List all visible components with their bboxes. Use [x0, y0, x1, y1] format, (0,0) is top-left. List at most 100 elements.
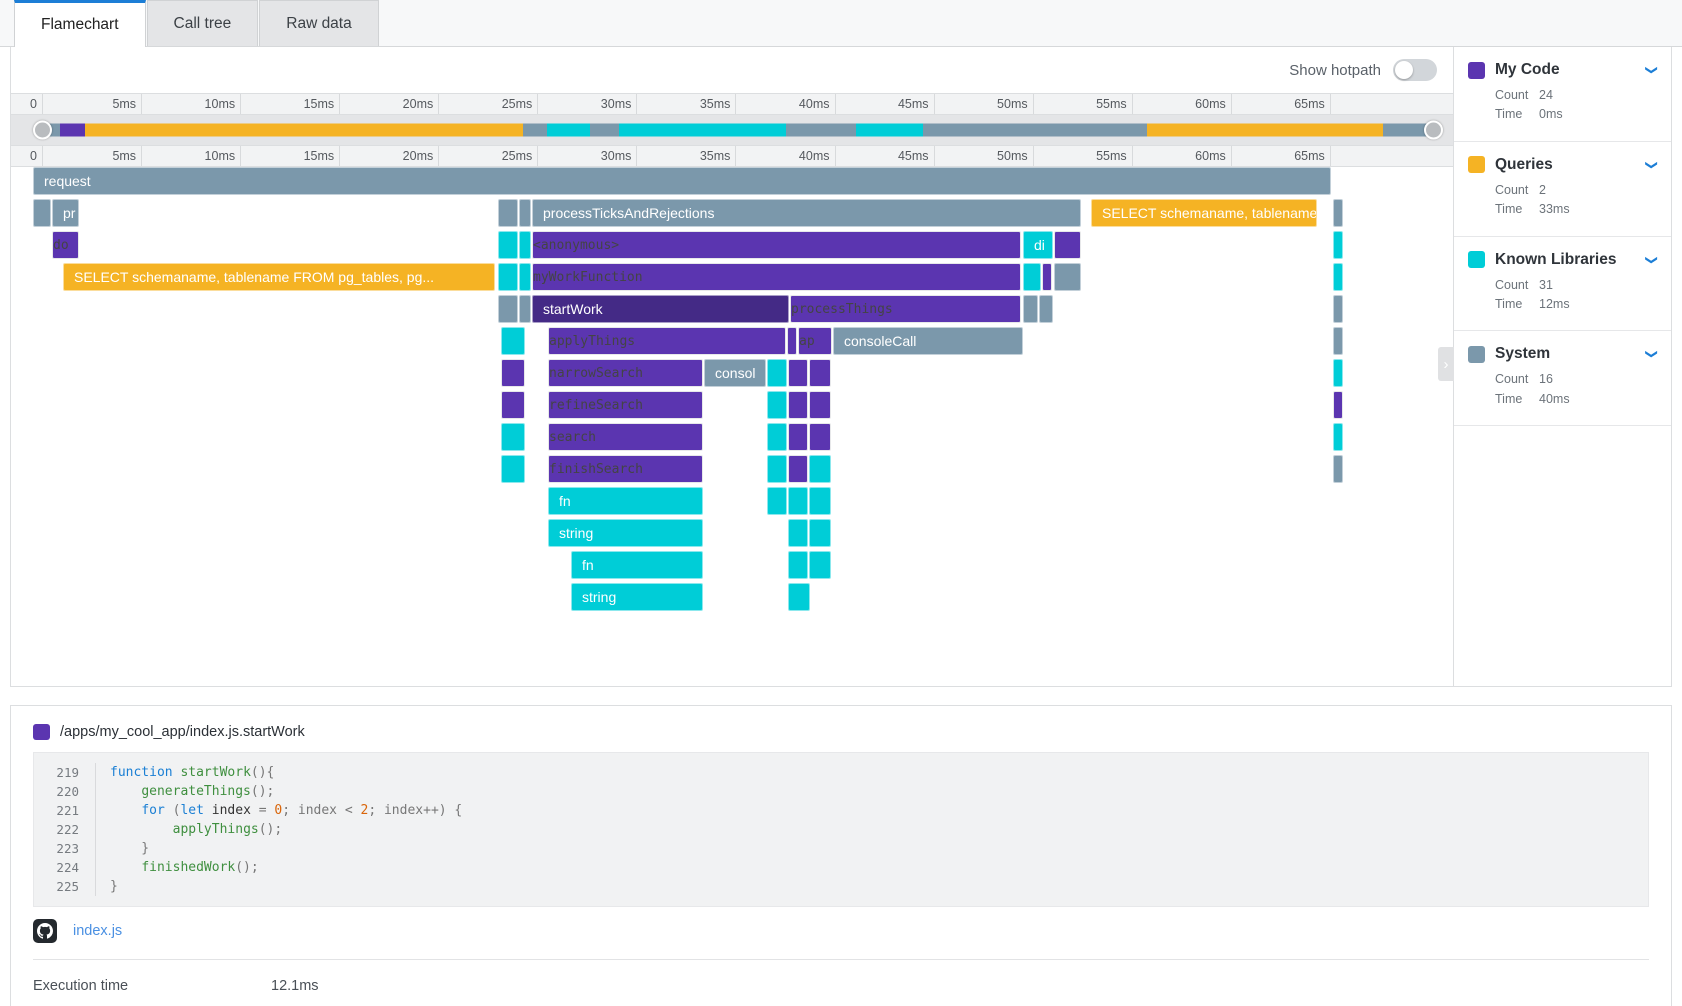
time-ruler-bottom: 0 5ms 10ms 15ms 20ms 25ms 30ms 35ms 40ms 45ms 50ms… [11, 145, 1453, 167]
flame-frame-narrow[interactable] [1054, 263, 1081, 291]
flame-frame[interactable]: ap [798, 327, 832, 355]
flame-frame-narrow[interactable] [788, 551, 808, 579]
legend-item-queries[interactable]: Queries ❯ Count 2 Time 33ms [1454, 142, 1671, 237]
flame-frame-narrow[interactable] [498, 199, 518, 227]
flame-frame[interactable]: startWork [532, 295, 789, 323]
minimap-left-handle[interactable] [33, 120, 52, 140]
flame-frame-narrow[interactable] [1023, 295, 1038, 323]
flame-frame[interactable]: string [548, 519, 703, 547]
legend-item-system[interactable]: System ❯ Count 16 Time 40ms [1454, 331, 1671, 426]
flame-frame-narrow[interactable] [498, 295, 518, 323]
legend-item-known-libraries[interactable]: Known Libraries ❯ Count 31 Time 12ms [1454, 237, 1671, 332]
flame-frame-narrow[interactable] [1039, 295, 1053, 323]
flame-frame[interactable]: <anonymous> [532, 231, 1021, 259]
tab-raw-data[interactable]: Raw data [259, 0, 379, 46]
flame-frame-narrow[interactable] [519, 295, 531, 323]
flame-frame[interactable]: processTicksAndRejections [532, 199, 1081, 227]
flamechart-canvas[interactable]: request pr processTicksAndRejections SELECT… [11, 167, 1453, 637]
flame-frame-narrow[interactable] [788, 519, 808, 547]
flame-frame-narrow[interactable] [519, 263, 531, 291]
flame-frame[interactable]: string [571, 583, 703, 611]
flame-frame[interactable]: request [33, 167, 1331, 195]
flame-frame-narrow[interactable] [767, 359, 787, 387]
flame-frame-narrow[interactable] [1054, 231, 1081, 259]
ruler-tick: 65ms [1232, 146, 1331, 166]
flame-frame-narrow[interactable] [1333, 327, 1343, 355]
flame-frame-narrow[interactable] [501, 359, 525, 387]
minimap-track[interactable] [43, 123, 1435, 137]
flame-frame-narrow[interactable] [1333, 199, 1343, 227]
flame-frame[interactable]: consoleCall [833, 327, 1023, 355]
flame-frame-narrow[interactable] [1333, 391, 1343, 419]
flame-frame-narrow[interactable] [788, 391, 808, 419]
ruler-tick: 25ms [439, 146, 539, 166]
flame-frame[interactable]: do [52, 231, 79, 259]
flame-frame-narrow[interactable] [787, 327, 797, 355]
flame-frame[interactable]: fn [571, 551, 703, 579]
tab-call-tree[interactable]: Call tree [146, 0, 259, 46]
flame-frame[interactable]: myWorkFunction [532, 263, 1021, 291]
flame-frame[interactable]: finishSearch [548, 455, 703, 483]
flame-frame[interactable]: fn [548, 487, 703, 515]
flame-frame-narrow[interactable] [1333, 359, 1343, 387]
flame-frame-narrow[interactable] [809, 551, 831, 579]
show-hotpath-toggle[interactable] [1393, 59, 1437, 81]
flame-frame-narrow[interactable] [1333, 423, 1343, 451]
flame-frame[interactable]: di [1023, 231, 1053, 259]
timeline-minimap[interactable] [11, 115, 1453, 145]
flame-frame-narrow[interactable] [809, 519, 831, 547]
flame-frame-narrow[interactable] [501, 327, 525, 355]
flame-frame-narrow[interactable] [519, 199, 531, 227]
flame-frame-narrow[interactable] [33, 199, 51, 227]
tab-flamechart[interactable]: Flamechart [14, 0, 146, 47]
flame-frame-narrow[interactable] [809, 487, 831, 515]
flame-frame[interactable]: SELECT schemaname, tablename FROM pg_tab… [63, 263, 495, 291]
sidebar-collapse-handle[interactable]: › [1438, 347, 1454, 381]
flame-frame-narrow[interactable] [1042, 263, 1052, 291]
flame-frame-narrow[interactable] [1333, 295, 1343, 323]
flame-frame-narrow[interactable] [788, 487, 808, 515]
flame-frame-narrow[interactable] [809, 455, 831, 483]
flame-frame-narrow[interactable] [767, 487, 787, 515]
flame-frame-narrow[interactable] [788, 423, 808, 451]
flame-frame-narrow[interactable] [788, 359, 808, 387]
flame-frame[interactable]: refineSearch [548, 391, 703, 419]
ruler-tick: 0 [11, 94, 43, 114]
flame-frame[interactable]: pr [52, 199, 79, 227]
flame-frame[interactable]: SELECT schemaname, tablename [1091, 199, 1317, 227]
legend-time-row: Time 40ms [1495, 390, 1657, 409]
flame-frame-narrow[interactable] [767, 391, 787, 419]
flame-frame-narrow[interactable] [501, 423, 525, 451]
flame-frame-narrow[interactable] [809, 359, 831, 387]
legend-item-my-code[interactable]: My Code ❯ Count 24 Time 0ms [1454, 47, 1671, 142]
source-file-link[interactable]: index.js [73, 923, 122, 939]
flame-frame-narrow[interactable] [501, 391, 525, 419]
flame-frame[interactable]: applyThings [548, 327, 786, 355]
flame-frame-narrow[interactable] [809, 391, 831, 419]
flame-frame-narrow[interactable] [788, 583, 810, 611]
flame-frame[interactable]: consol [704, 359, 766, 387]
flame-frame[interactable]: processThings [790, 295, 1021, 323]
legend-stats: Count 24 Time 0ms [1468, 86, 1657, 125]
chevron-down-icon[interactable]: ❯ [1645, 254, 1659, 264]
minimap-right-handle[interactable] [1424, 120, 1443, 140]
flame-frame[interactable]: narrowSearch [548, 359, 703, 387]
flame-frame-narrow[interactable] [519, 231, 531, 259]
flame-frame-narrow[interactable] [498, 231, 518, 259]
ruler-tick: 35ms [637, 94, 737, 114]
legend-color-swatch-icon [1468, 61, 1485, 79]
flame-frame-narrow[interactable] [767, 455, 787, 483]
chevron-down-icon[interactable]: ❯ [1645, 160, 1659, 170]
flame-frame-narrow[interactable] [498, 263, 518, 291]
chevron-down-icon[interactable]: ❯ [1645, 65, 1659, 75]
chevron-down-icon[interactable]: ❯ [1645, 349, 1659, 359]
flame-frame-narrow[interactable] [1333, 455, 1343, 483]
flame-frame-narrow[interactable] [1023, 263, 1041, 291]
flame-frame[interactable]: search [548, 423, 703, 451]
flame-frame-narrow[interactable] [1333, 263, 1343, 291]
flame-frame-narrow[interactable] [1333, 231, 1343, 259]
flame-frame-narrow[interactable] [809, 423, 831, 451]
flame-frame-narrow[interactable] [788, 455, 808, 483]
flame-frame-narrow[interactable] [501, 455, 525, 483]
flame-frame-narrow[interactable] [767, 423, 787, 451]
